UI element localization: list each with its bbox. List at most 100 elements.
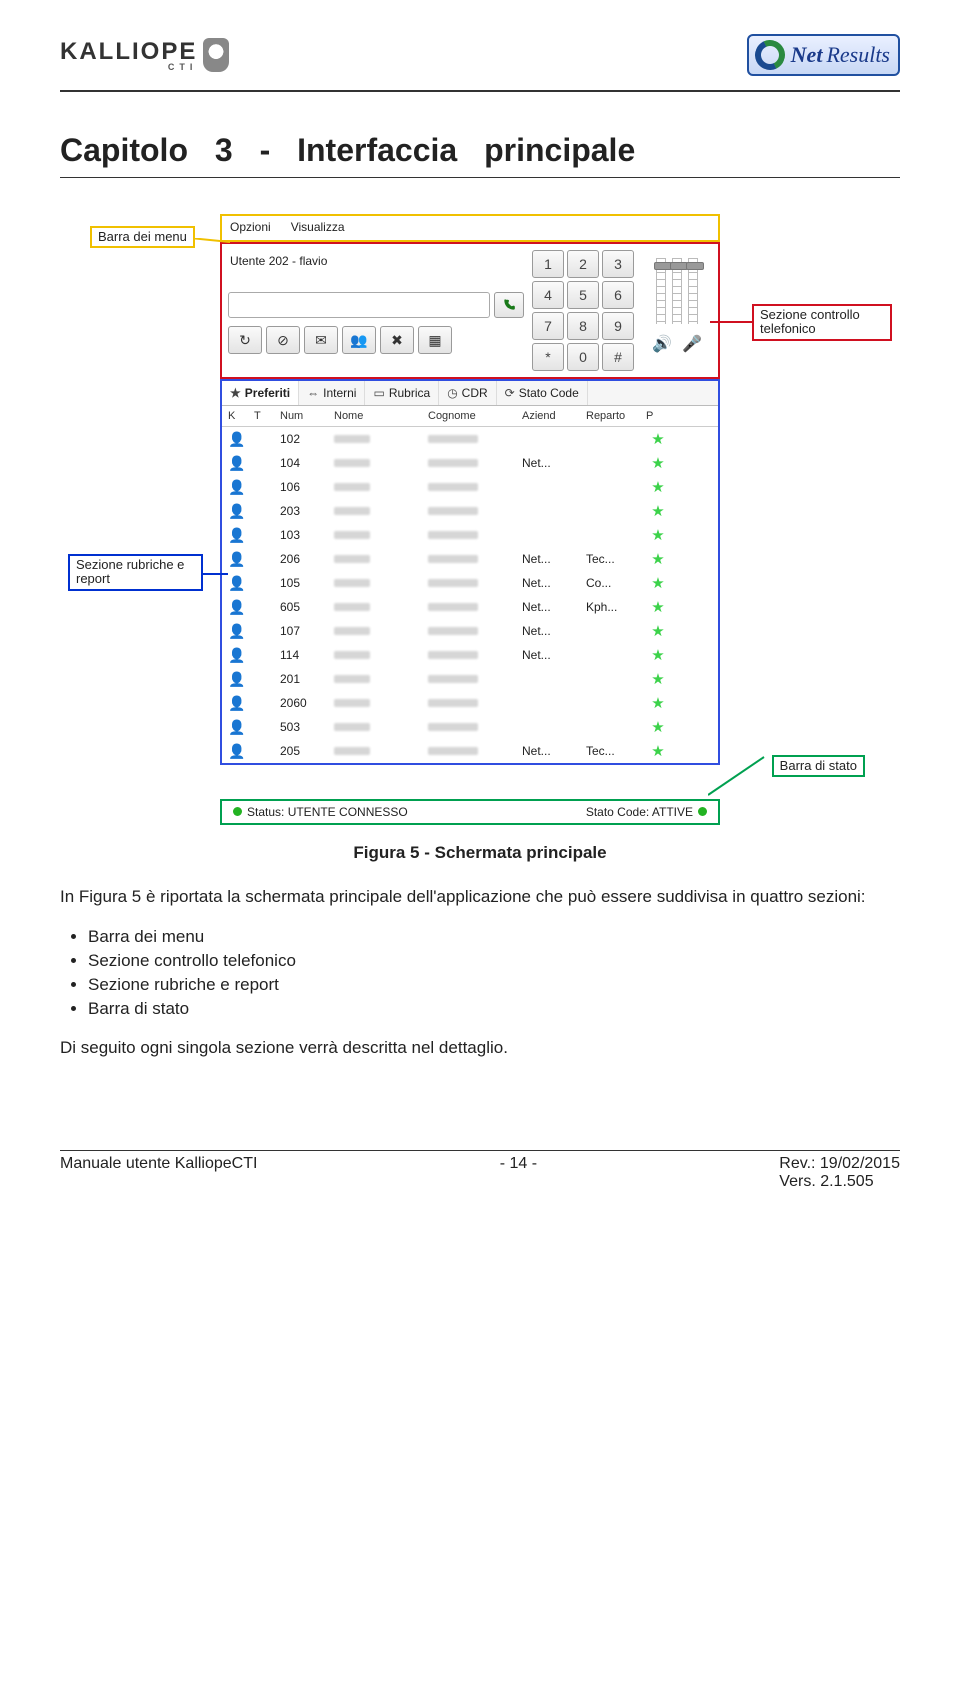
col-reparto[interactable]: Reparto [586,410,642,422]
cell-cognome [428,696,518,710]
favorite-star-icon[interactable]: ★ [646,742,670,760]
keypad: 1 2 3 4 5 6 7 8 9 * 0 # [532,250,634,371]
key-3[interactable]: 3 [602,250,634,278]
tab-rubrica-label: Rubrica [389,386,430,400]
favorite-star-icon[interactable]: ★ [646,646,670,664]
tab-stato-code[interactable]: ⟳Stato Code [497,381,588,405]
cell-num: 105 [280,576,330,590]
col-nome[interactable]: Nome [334,410,424,422]
col-aziend[interactable]: Aziend [522,410,582,422]
cell-num: 103 [280,528,330,542]
volume-slider-2[interactable] [672,258,682,324]
table-row[interactable]: 👤106★ [222,475,718,499]
person-icon: 👤 [228,503,250,520]
cell-cognome [428,480,518,494]
menu-bar-region: Opzioni Visualizza [220,214,720,242]
favorite-star-icon[interactable]: ★ [646,430,670,448]
favorite-star-icon[interactable]: ★ [646,718,670,736]
cell-reparto: Kph... [586,600,642,614]
table-row[interactable]: 👤206Net...Tec...★ [222,547,718,571]
current-user-label: Utente 202 - flavio [228,250,524,278]
col-num[interactable]: Num [280,410,330,422]
table-body: 👤102★👤104Net...★👤106★👤203★👤103★👤206Net..… [222,427,718,763]
cell-cognome [428,624,518,638]
key-9[interactable]: 9 [602,312,634,340]
dnd-icon: ⊘ [277,332,289,349]
table-row[interactable]: 👤201★ [222,667,718,691]
col-cognome[interactable]: Cognome [428,410,518,422]
volume-slider-1[interactable] [656,258,666,324]
footer-left: Manuale utente KalliopeCTI [60,1155,257,1173]
voicemail-button[interactable]: ✉ [304,326,338,354]
key-4[interactable]: 4 [532,281,564,309]
favorite-star-icon[interactable]: ★ [646,622,670,640]
tab-rubrica[interactable]: ▭ Rubrica [365,381,439,405]
footer-rule [60,1150,900,1151]
table-row[interactable]: 👤105Net...Co...★ [222,571,718,595]
person-icon: 👤 [228,695,250,712]
favorite-star-icon[interactable]: ★ [646,598,670,616]
redo-button[interactable]: ↻ [228,326,262,354]
key-star[interactable]: * [532,343,564,371]
key-2[interactable]: 2 [567,250,599,278]
volume-slider-3[interactable] [688,258,698,324]
table-header: K T Num Nome Cognome Aziend Reparto P [222,406,718,427]
toolbar: ↻ ⊘ ✉ 👥 ✖ ▦ [228,326,524,354]
cell-num: 203 [280,504,330,518]
key-hash[interactable]: # [602,343,634,371]
table-row[interactable]: 👤104Net...★ [222,451,718,475]
table-row[interactable]: 👤2060★ [222,691,718,715]
key-6[interactable]: 6 [602,281,634,309]
call-button[interactable] [494,292,524,318]
favorite-star-icon[interactable]: ★ [646,694,670,712]
mute-button[interactable]: ✖ [380,326,414,354]
key-1[interactable]: 1 [532,250,564,278]
person-icon: 👤 [228,743,250,760]
col-p[interactable]: P [646,410,670,422]
table-row[interactable]: 👤114Net...★ [222,643,718,667]
mic-icon[interactable]: 🎤 [682,334,702,354]
menu-visualizza[interactable]: Visualizza [291,220,345,234]
grid-icon: ▦ [428,332,441,349]
rubrica-icon: ▭ [373,386,384,400]
netresults-text-a: Net [791,42,823,68]
table-row[interactable]: 👤205Net...Tec...★ [222,739,718,763]
favorite-star-icon[interactable]: ★ [646,478,670,496]
favorite-star-icon[interactable]: ★ [646,526,670,544]
connector-status [708,755,768,797]
table-row[interactable]: 👤503★ [222,715,718,739]
header-rule [60,90,900,92]
table-row[interactable]: 👤605Net...Kph...★ [222,595,718,619]
table-row[interactable]: 👤103★ [222,523,718,547]
dial-input[interactable] [228,292,490,318]
cell-cognome [428,528,518,542]
footer-vers: Vers. 2.1.505 [779,1173,873,1190]
tab-interni[interactable]: ⇔Interni [299,381,365,405]
favorite-star-icon[interactable]: ★ [646,550,670,568]
connector-rubriche [200,566,240,586]
callout-telefonico: Sezione controllo telefonico [752,304,892,341]
menu-opzioni[interactable]: Opzioni [230,220,271,234]
cell-cognome [428,720,518,734]
contacts-button[interactable]: 👥 [342,326,376,354]
grid-button[interactable]: ▦ [418,326,452,354]
cell-nome [334,504,424,518]
dnd-button[interactable]: ⊘ [266,326,300,354]
speaker-icon[interactable]: 🔊 [652,334,672,354]
col-k[interactable]: K [228,410,250,422]
favorite-star-icon[interactable]: ★ [646,670,670,688]
col-t[interactable]: T [254,410,276,422]
favorite-star-icon[interactable]: ★ [646,502,670,520]
tab-cdr[interactable]: ◷CDR [439,381,496,405]
key-8[interactable]: 8 [567,312,599,340]
key-5[interactable]: 5 [567,281,599,309]
key-0[interactable]: 0 [567,343,599,371]
table-row[interactable]: 👤102★ [222,427,718,451]
favorite-star-icon[interactable]: ★ [646,574,670,592]
table-row[interactable]: 👤 203 ★ [222,499,718,523]
tab-preferiti[interactable]: ★Preferiti [222,381,299,405]
key-7[interactable]: 7 [532,312,564,340]
cell-num: 106 [280,480,330,494]
favorite-star-icon[interactable]: ★ [646,454,670,472]
table-row[interactable]: 👤107Net...★ [222,619,718,643]
